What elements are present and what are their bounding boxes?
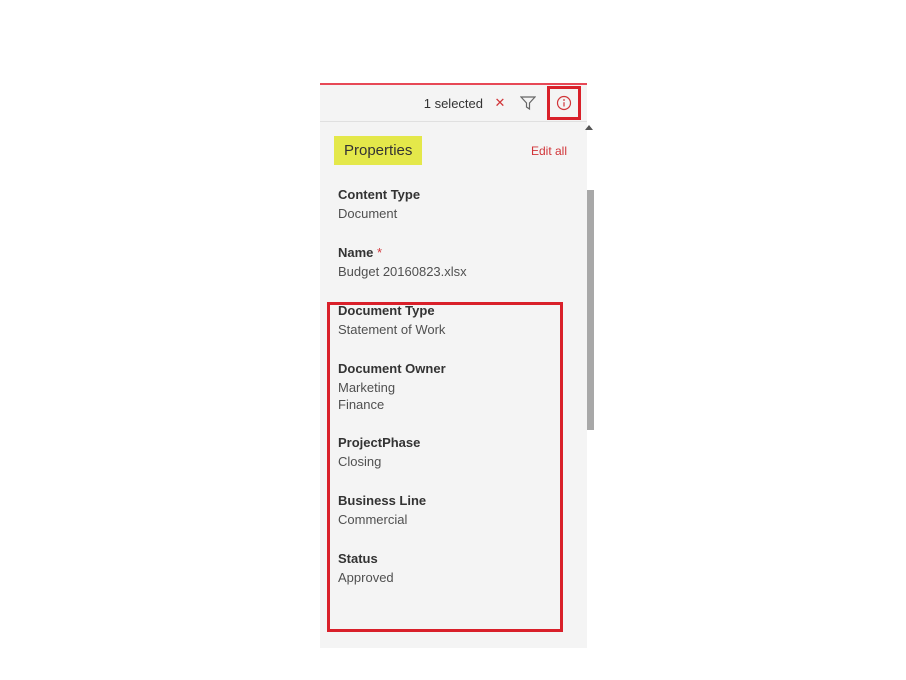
field-status: Status Approved xyxy=(334,551,573,587)
properties-title: Properties xyxy=(334,136,422,165)
properties-content: Properties Edit all Content Type Documen… xyxy=(320,122,587,613)
field-project-phase: ProjectPhase Closing xyxy=(334,435,573,471)
field-label: Content Type xyxy=(338,187,573,202)
scroll-up-arrow[interactable] xyxy=(585,125,593,130)
field-value: Commercial xyxy=(338,512,573,529)
scrollbar-thumb[interactable] xyxy=(587,190,594,430)
field-document-type: Document Type Statement of Work xyxy=(334,303,573,339)
filter-icon[interactable] xyxy=(513,88,543,118)
properties-header: Properties Edit all xyxy=(334,136,573,165)
field-value: Approved xyxy=(338,570,573,587)
selection-count: 1 selected xyxy=(424,96,483,111)
clear-selection-icon[interactable]: ✕ xyxy=(491,95,509,111)
field-value: Statement of Work xyxy=(338,322,573,339)
field-label: Business Line xyxy=(338,493,573,508)
panel-body: Properties Edit all Content Type Documen… xyxy=(320,122,587,648)
field-value: Marketing Finance xyxy=(338,380,573,414)
field-name: Name * Budget 20160823.xlsx xyxy=(334,245,573,281)
field-content-type: Content Type Document xyxy=(334,187,573,223)
field-label: Name * xyxy=(338,245,573,260)
panel-toolbar: 1 selected ✕ xyxy=(320,85,587,122)
field-business-line: Business Line Commercial xyxy=(334,493,573,529)
edit-all-link[interactable]: Edit all xyxy=(531,144,567,158)
info-icon[interactable] xyxy=(547,86,581,120)
field-document-owner: Document Owner Marketing Finance xyxy=(334,361,573,414)
required-asterisk: * xyxy=(377,245,382,260)
field-label: ProjectPhase xyxy=(338,435,573,450)
field-value: Budget 20160823.xlsx xyxy=(338,264,573,281)
field-value: Closing xyxy=(338,454,573,471)
field-label: Document Type xyxy=(338,303,573,318)
field-label: Document Owner xyxy=(338,361,573,376)
details-panel: 1 selected ✕ Properties Edit all Content… xyxy=(320,83,587,648)
field-value: Document xyxy=(338,206,573,223)
field-label: Status xyxy=(338,551,573,566)
